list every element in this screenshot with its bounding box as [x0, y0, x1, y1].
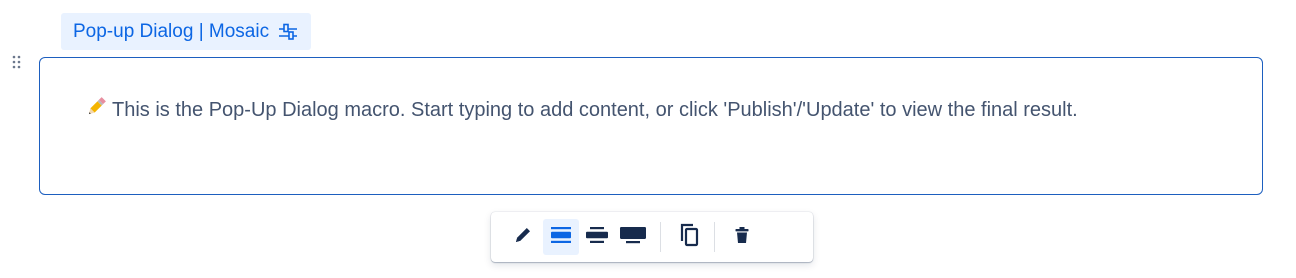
width-default-icon: [548, 224, 574, 251]
edit-button[interactable]: [505, 219, 541, 255]
floating-toolbar: [491, 212, 813, 262]
width-full-icon: [619, 224, 647, 251]
width-wide-icon: [584, 224, 610, 251]
delete-button[interactable]: [724, 219, 760, 255]
toolbar-divider: [660, 222, 661, 252]
edit-pencil-icon: [512, 224, 534, 251]
placeholder-text: This is the Pop-Up Dialog macro. Start t…: [112, 99, 1078, 121]
editor-canvas: Pop-up Dialog | Mosaic This is the Pop-U…: [0, 0, 1296, 278]
copy-icon: [678, 222, 702, 253]
drag-handle-icon[interactable]: [10, 52, 24, 72]
sliders-icon[interactable]: [277, 21, 299, 43]
pencil-emoji-icon: [84, 93, 108, 117]
macro-title-tag[interactable]: Pop-up Dialog | Mosaic: [61, 13, 312, 50]
macro-title: Pop-up Dialog | Mosaic: [73, 20, 270, 42]
placeholder-paragraph: This is the Pop-Up Dialog macro. Start t…: [84, 90, 1218, 131]
width-full-button[interactable]: [615, 219, 651, 255]
toolbar-divider: [714, 222, 715, 252]
macro-content-area[interactable]: This is the Pop-Up Dialog macro. Start t…: [39, 57, 1263, 195]
width-wide-button[interactable]: [579, 219, 615, 255]
width-default-button[interactable]: [543, 219, 579, 255]
copy-button[interactable]: [672, 219, 708, 255]
delete-icon: [732, 224, 752, 251]
